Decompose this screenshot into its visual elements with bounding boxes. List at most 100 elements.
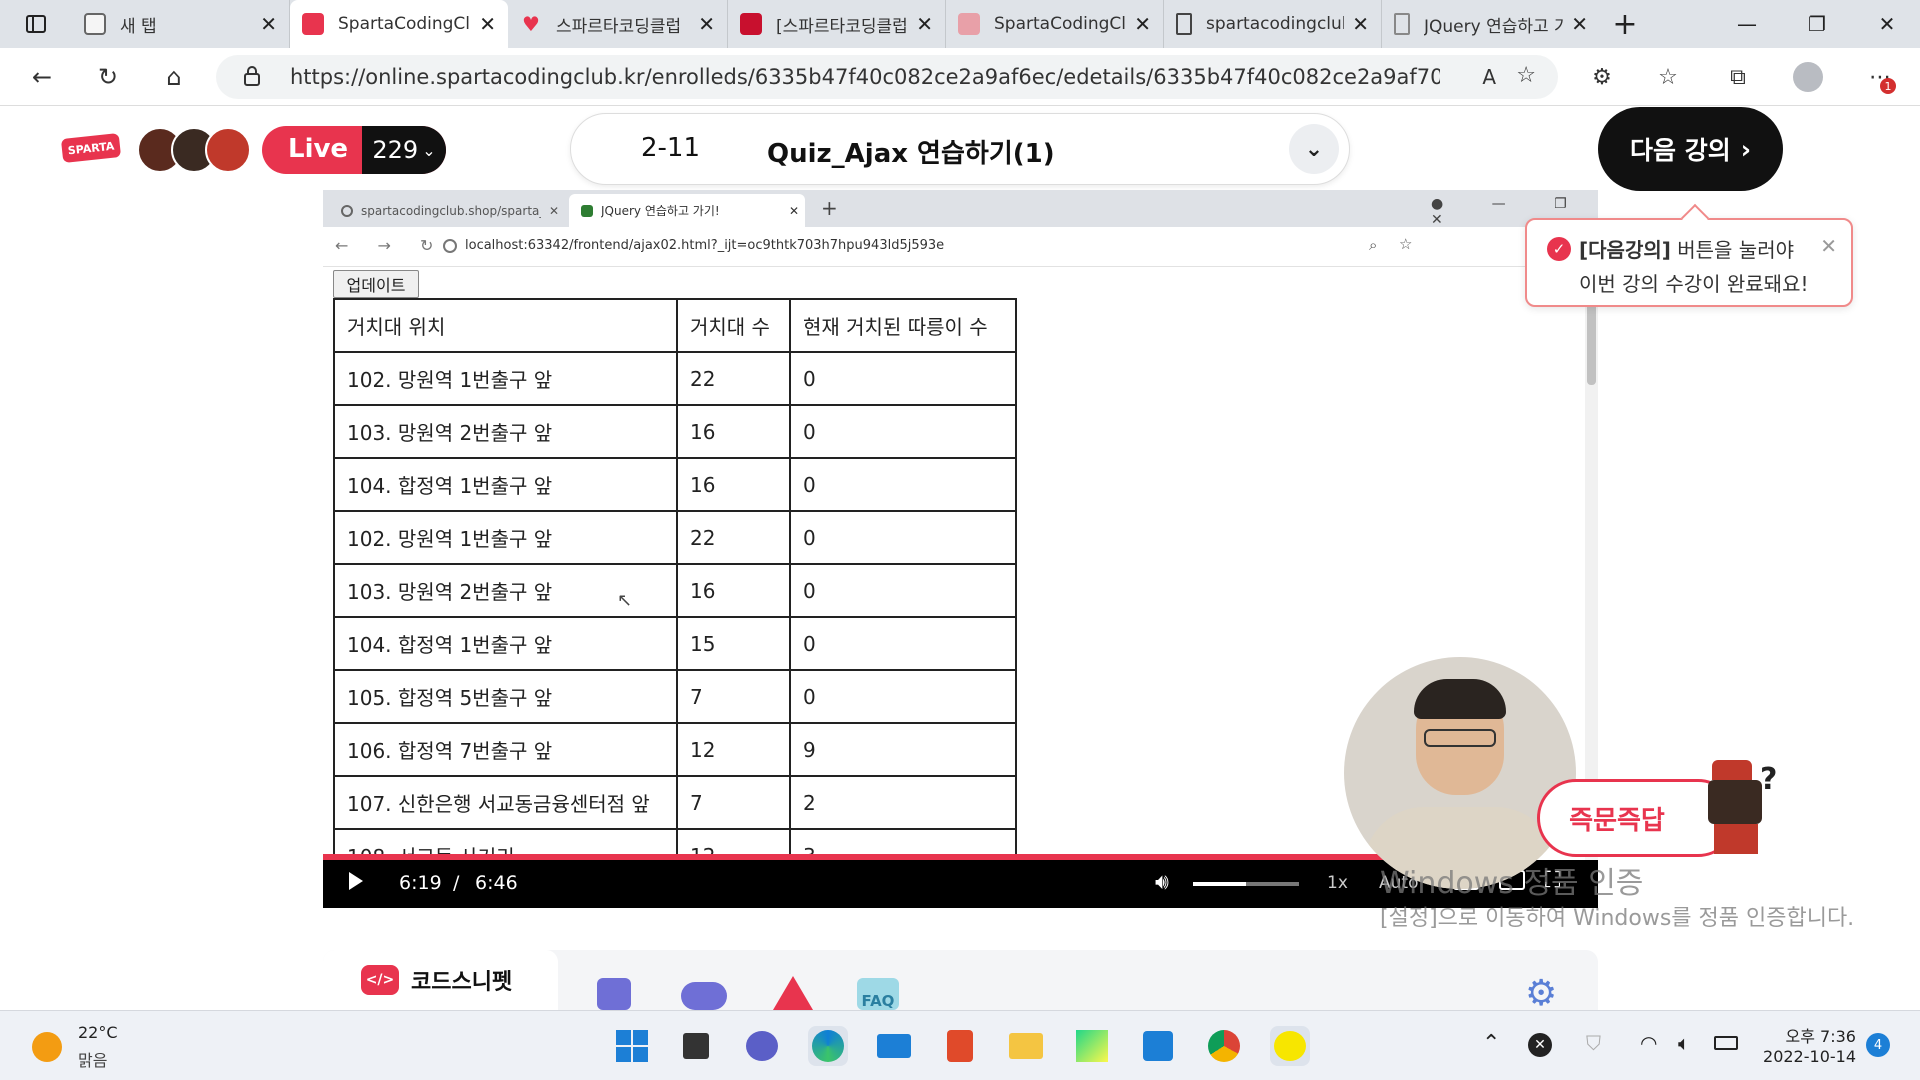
table-cell: 15: [676, 616, 791, 671]
lesson-number: 2-11: [641, 133, 701, 163]
volume-icon[interactable]: 🔊︎: [1155, 870, 1169, 895]
close-tab-icon[interactable]: ✕: [1352, 12, 1369, 36]
code-icon: </>: [361, 965, 399, 995]
mail-icon[interactable]: [874, 1026, 914, 1066]
new-tab-button[interactable]: +: [1600, 0, 1650, 48]
table-cell: 12: [676, 722, 791, 777]
browser-tab-newtab[interactable]: 새 탭 ✕: [72, 0, 290, 48]
page-icon: [1176, 13, 1192, 35]
weather-desc[interactable]: 맑음: [78, 1047, 107, 1071]
file-explorer-icon[interactable]: [1006, 1026, 1046, 1066]
start-button[interactable]: [612, 1026, 652, 1066]
speaker-icon[interactable]: 🔈︎: [1678, 1031, 1690, 1055]
home-button[interactable]: ⌂: [154, 58, 194, 96]
lesson-selector[interactable]: 2-11 Quiz_Ajax 연습하기(1) ⌄: [570, 113, 1350, 185]
table-cell: 104. 합정역 1번출구 앞: [333, 616, 678, 671]
live-avatars: [137, 125, 253, 175]
office-icon[interactable]: [940, 1026, 980, 1066]
speed-control[interactable]: 1x: [1327, 873, 1348, 893]
chevron-down-icon: ⌄: [422, 140, 436, 160]
close-tab-icon[interactable]: ✕: [698, 12, 715, 36]
time-separator: /: [453, 872, 460, 894]
faq-icon[interactable]: FAQ: [857, 978, 899, 1010]
edge-browser-icon[interactable]: [808, 1026, 848, 1066]
nav-arrows-icon: ← → ↻: [335, 236, 446, 255]
favorite-star-icon[interactable]: ☆: [1516, 63, 1536, 88]
teams-chat-icon[interactable]: [742, 1026, 782, 1066]
heart-logo-icon: ♥: [522, 12, 540, 36]
volume-slider[interactable]: [1193, 882, 1299, 886]
browser-tab-sparta-2[interactable]: SpartaCodingClub ✕: [946, 0, 1164, 48]
browser-tab-spartacodingclub[interactable]: spartacodingclub ✕: [1164, 0, 1382, 48]
sparta-logo[interactable]: SPARTA: [60, 133, 122, 163]
notification-count-badge[interactable]: 4: [1866, 1033, 1890, 1057]
table-header-row: 거치대 위치 거치대 수 현재 거치된 따릉이 수: [333, 298, 1017, 353]
next-lesson-button[interactable]: 다음 강의 ›: [1598, 107, 1783, 191]
settings-gear-icon[interactable]: ⚙: [1525, 976, 1557, 1012]
instructor-hair: [1414, 679, 1506, 719]
restore-button[interactable]: ❐: [1782, 0, 1852, 48]
back-button[interactable]: ←: [22, 58, 62, 96]
info-icon: [443, 239, 457, 253]
close-tab-icon[interactable]: ✕: [916, 12, 933, 36]
browser-tab-sparta-active[interactable]: SpartaCodingClub ✕: [290, 0, 508, 48]
battery-icon[interactable]: [1714, 1036, 1738, 1050]
wifi-icon[interactable]: ◠: [1640, 1031, 1657, 1055]
avatar: [205, 127, 251, 173]
table-row: 102. 망원역 1번출구 앞 22 0: [333, 351, 1017, 406]
checklist-icon[interactable]: [597, 978, 631, 1010]
clock-date[interactable]: 2022-10-14: [1756, 1047, 1856, 1066]
tab-label: SpartaCodingClub: [338, 14, 471, 34]
chevron-down-icon[interactable]: ⌄: [1289, 124, 1339, 174]
address-bar[interactable]: https://online.spartacodingclub.kr/enrol…: [216, 55, 1558, 99]
play-icon[interactable]: [349, 872, 363, 890]
shield-icon[interactable]: ⛉: [1586, 1031, 1601, 1055]
close-tab-icon[interactable]: ✕: [260, 12, 277, 36]
table-cell: 105. 합정역 5번출구 앞: [333, 669, 678, 724]
close-window-button[interactable]: ✕: [1852, 0, 1920, 48]
task-view-icon[interactable]: [676, 1026, 716, 1066]
tab-label: 스파르타코딩클럽: [556, 16, 682, 37]
table-row: 107. 신한은행 서교동금융센터점 앞72: [333, 775, 1017, 830]
close-circle-icon[interactable]: ✕: [1528, 1033, 1552, 1057]
pycharm-icon[interactable]: [1072, 1026, 1112, 1066]
extensions-icon[interactable]: ⚙: [1582, 58, 1622, 96]
warning-icon[interactable]: [773, 976, 813, 1010]
table-cell: 2: [789, 775, 1017, 830]
kakaotalk-icon[interactable]: [1270, 1026, 1310, 1066]
chat-icon[interactable]: [681, 982, 727, 1010]
video-tab-label: JQuery 연습하고 가기!: [601, 204, 720, 218]
table-cell: 107. 신한은행 서교동금융센터점 앞: [333, 775, 678, 830]
close-tab-icon[interactable]: ✕: [1134, 12, 1151, 36]
profile-avatar[interactable]: [1788, 58, 1828, 96]
minimize-button[interactable]: —: [1712, 0, 1782, 48]
column-header: 거치대 위치: [333, 298, 678, 353]
clock-time[interactable]: 오후 7:36: [1776, 1023, 1856, 1047]
book-icon: [740, 13, 762, 35]
mascot-face: [1708, 780, 1762, 824]
code-snippet-tab[interactable]: </> 코드스니펫: [323, 950, 558, 1010]
workspaces-icon[interactable]: [0, 0, 72, 48]
weather-temp[interactable]: 22°C: [78, 1023, 118, 1042]
close-tab-icon[interactable]: ✕: [479, 12, 496, 36]
live-viewers-badge[interactable]: Live 229 ⌄: [262, 126, 446, 174]
favorites-icon[interactable]: ☆: [1648, 58, 1688, 96]
office-glyph: [947, 1030, 973, 1062]
notification-badge: 1: [1880, 78, 1896, 94]
browser-tab-sparta-book[interactable]: [스파르타코딩클럽] ✕: [728, 0, 946, 48]
chevron-up-icon[interactable]: ⌃: [1482, 1031, 1500, 1056]
read-aloud-icon[interactable]: A: [1482, 65, 1496, 89]
collections-icon[interactable]: ⧉: [1718, 58, 1758, 96]
close-icon[interactable]: ✕: [1820, 234, 1837, 258]
store-icon[interactable]: [1138, 1026, 1178, 1066]
table-cell: 106. 합정역 7번출구 앞: [333, 722, 678, 777]
tip-line-2: 이번 강의 수강이 완료돼요!: [1579, 272, 1809, 296]
instructor-glasses: [1424, 729, 1496, 747]
kakao-glyph: [1274, 1031, 1306, 1061]
chrome-icon[interactable]: [1204, 1026, 1244, 1066]
browser-tab-jquery[interactable]: JQuery 연습하고 가기 ✕: [1382, 0, 1600, 48]
refresh-button[interactable]: ↻: [88, 58, 128, 96]
table-cell: 0: [789, 669, 1017, 724]
browser-tab-sparta-heart[interactable]: ♥ 스파르타코딩클럽 ✕: [508, 0, 728, 48]
close-tab-icon[interactable]: ✕: [1571, 12, 1588, 36]
